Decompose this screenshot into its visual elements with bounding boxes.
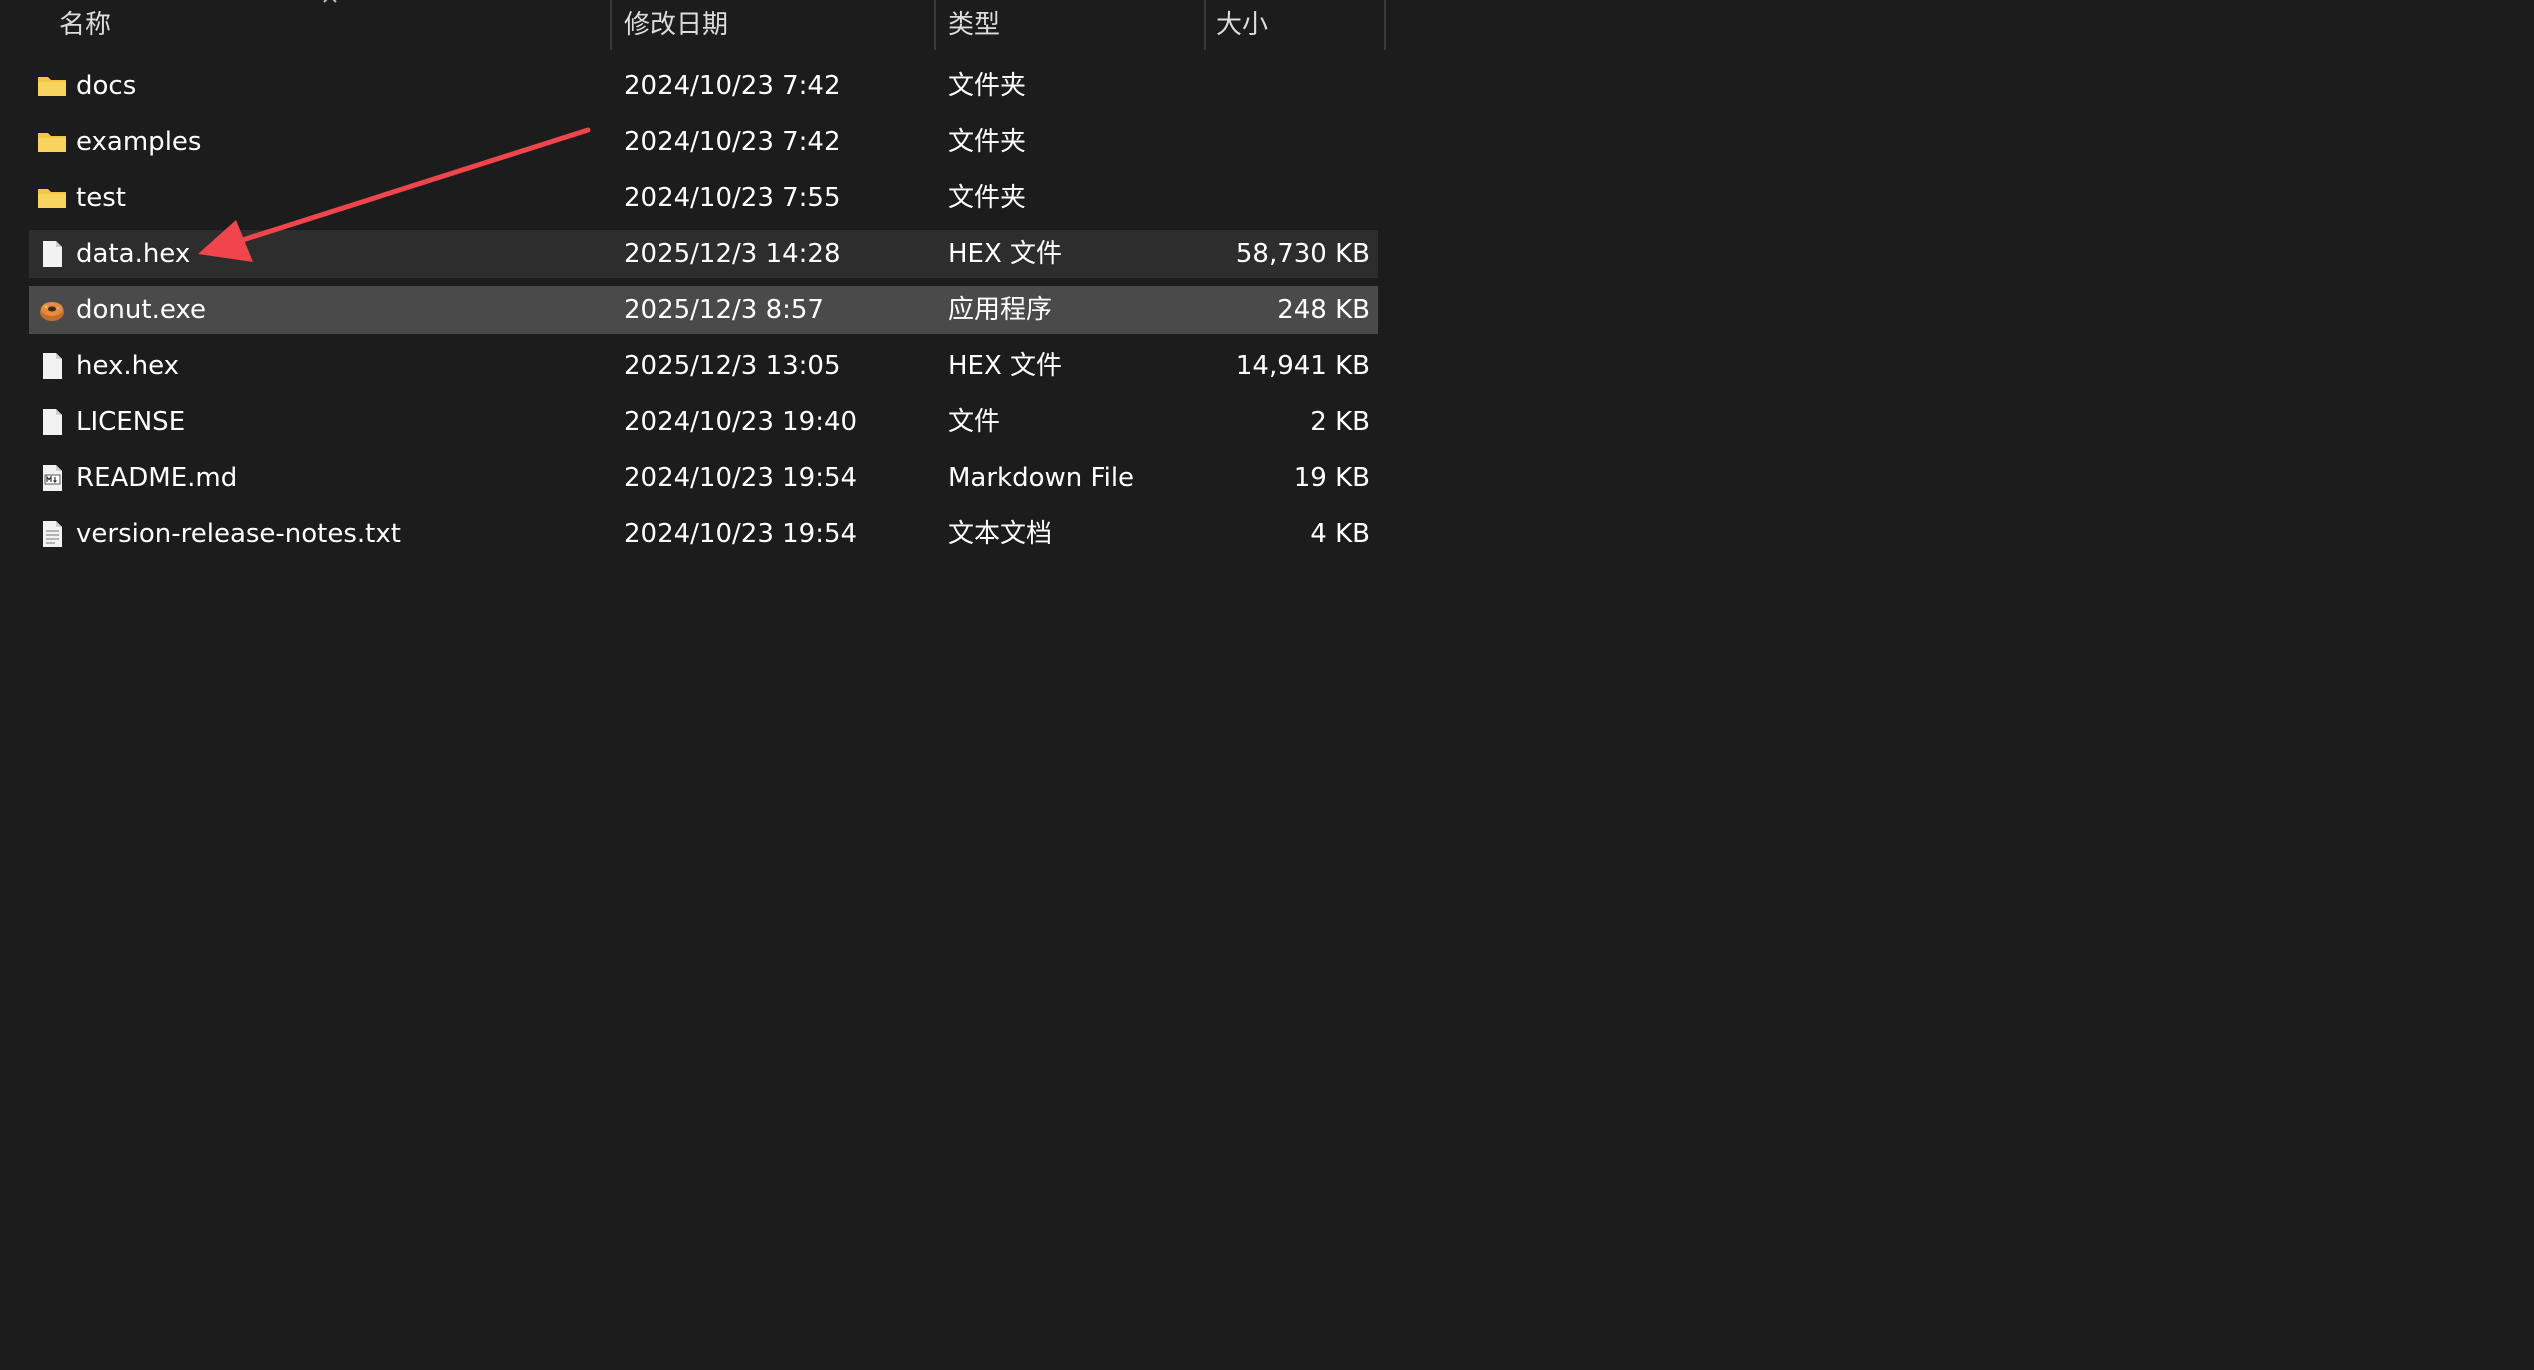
file-name: version-release-notes.txt — [76, 519, 401, 549]
file-name: data.hex — [76, 239, 191, 269]
text-file-icon — [43, 521, 62, 547]
folder-icon — [38, 189, 66, 208]
sort-ascending-icon — [323, 0, 337, 3]
file-name: README.md — [76, 463, 238, 493]
file-row[interactable]: examples 2024/10/23 7:42 文件夹 — [29, 118, 1378, 166]
file-type: 文本文档 — [948, 519, 1053, 549]
column-divider[interactable] — [610, 0, 612, 50]
file-date: 2024/10/23 19:54 — [624, 519, 858, 549]
file-name: docs — [76, 71, 137, 101]
file-name: examples — [76, 127, 202, 157]
column-divider[interactable] — [1204, 0, 1206, 50]
column-header-date[interactable]: 修改日期 — [624, 0, 728, 50]
column-header-bar: 名称 修改日期 类型 大小 — [0, 0, 1386, 50]
file-type: Markdown File — [948, 463, 1135, 493]
file-size: 4 KB — [1310, 519, 1370, 549]
column-header-size[interactable]: 大小 — [1216, 0, 1268, 50]
markdown-file-icon — [43, 465, 62, 491]
file-icon — [43, 241, 62, 267]
file-date: 2024/10/23 19:40 — [624, 407, 858, 437]
file-type: HEX 文件 — [948, 239, 1063, 269]
file-name: test — [76, 183, 126, 213]
file-name: hex.hex — [76, 351, 180, 381]
file-row-hovered[interactable]: data.hex 2025/12/3 14:28 HEX 文件 58,730 K… — [29, 230, 1378, 278]
file-type: 文件 — [948, 407, 1001, 437]
file-type: HEX 文件 — [948, 351, 1063, 381]
file-size: 58,730 KB — [1235, 239, 1370, 269]
file-name: LICENSE — [76, 407, 186, 437]
file-date: 2024/10/23 19:54 — [624, 463, 858, 493]
file-row[interactable]: README.md 2024/10/23 19:54 Markdown File… — [29, 454, 1378, 502]
column-divider[interactable] — [1384, 0, 1386, 50]
file-size: 19 KB — [1293, 463, 1370, 493]
file-size: 2 KB — [1310, 407, 1370, 437]
column-header-name[interactable]: 名称 — [59, 0, 111, 50]
file-size: 14,941 KB — [1235, 351, 1370, 381]
file-row[interactable]: version-release-notes.txt 2024/10/23 19:… — [29, 510, 1378, 558]
file-date: 2024/10/23 7:42 — [624, 71, 841, 101]
folder-icon — [38, 77, 66, 96]
column-divider[interactable] — [934, 0, 936, 50]
file-explorer-details-view: 名称 修改日期 类型 大小 docs 2024/10/23 7:42 文件夹 e… — [0, 0, 2534, 1370]
file-date: 2024/10/23 7:42 — [624, 127, 841, 157]
file-name: donut.exe — [76, 295, 206, 325]
file-date: 2024/10/23 7:55 — [624, 183, 841, 213]
file-row[interactable]: LICENSE 2024/10/23 19:40 文件 2 KB — [29, 398, 1378, 446]
file-row[interactable]: test 2024/10/23 7:55 文件夹 — [29, 174, 1378, 222]
file-type: 文件夹 — [948, 183, 1027, 213]
file-row[interactable]: docs 2024/10/23 7:42 文件夹 — [29, 62, 1378, 110]
file-date: 2025/12/3 14:28 — [624, 239, 841, 269]
file-type: 应用程序 — [948, 295, 1053, 325]
file-icon — [43, 353, 62, 379]
folder-icon — [38, 133, 66, 152]
column-header-type[interactable]: 类型 — [948, 0, 1000, 50]
file-date: 2025/12/3 13:05 — [624, 351, 841, 381]
file-type: 文件夹 — [948, 127, 1027, 157]
file-size: 248 KB — [1277, 295, 1370, 325]
file-row-selected[interactable]: donut.exe 2025/12/3 8:57 应用程序 248 KB — [29, 286, 1378, 334]
file-date: 2025/12/3 8:57 — [624, 295, 824, 325]
donut-app-icon — [40, 302, 64, 321]
file-type: 文件夹 — [948, 71, 1027, 101]
file-row[interactable]: hex.hex 2025/12/3 13:05 HEX 文件 14,941 KB — [29, 342, 1378, 390]
file-icon — [43, 409, 62, 435]
